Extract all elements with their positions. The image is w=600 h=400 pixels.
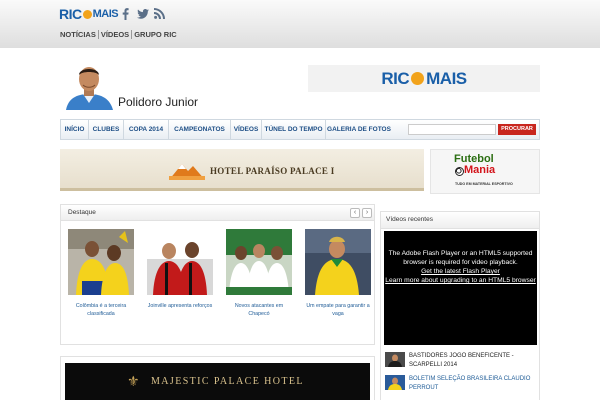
logo-dot bbox=[82, 9, 92, 19]
html5-upgrade-link[interactable]: Learn more about upgrading to an HTML5 b… bbox=[384, 276, 537, 285]
top-bar: RIC MAIS NOTÍCIAS VÍDEOS GRUPO RIC bbox=[0, 0, 600, 48]
futebol-mania-ad[interactable]: Futebol Mania TUDO EM MATERIAL ESPORTIVO bbox=[430, 149, 540, 194]
nav-copa-2014[interactable]: COPA 2014 bbox=[124, 120, 169, 139]
destaque-caption[interactable]: Colômbia é a terceira classificada bbox=[68, 302, 134, 318]
videos-title: Vídeos recentes bbox=[386, 216, 433, 223]
top-nav-grupo-ric[interactable]: GRUPO RIC bbox=[132, 30, 179, 39]
mania-text: Mania bbox=[464, 164, 496, 176]
majestic-ad-text: MAJESTIC PALACE HOTEL bbox=[151, 376, 304, 387]
brand-ric-text: RIC bbox=[381, 68, 410, 88]
destaque-panel: Destaque ‹ › Colômbia é a terceira class… bbox=[60, 204, 375, 345]
video-player[interactable]: The Adobe Flash Player or an HTML5 suppo… bbox=[384, 231, 537, 345]
destaque-photo[interactable] bbox=[68, 229, 134, 295]
get-flash-player-link[interactable]: Get the latest Flash Player bbox=[384, 267, 537, 276]
video-list-item[interactable]: BOLETIM SELEÇÃO BRASILEIRA CLAUDIO PERRO… bbox=[385, 375, 537, 397]
facebook-icon[interactable] bbox=[119, 7, 131, 20]
top-nav-noticias[interactable]: NOTÍCIAS bbox=[60, 30, 99, 39]
destaque-caption[interactable]: Um empate para garantir a vaga bbox=[305, 302, 371, 318]
destaque-caption[interactable]: Joinville apresenta reforços bbox=[147, 302, 213, 310]
video-title[interactable]: BOLETIM SELEÇÃO BRASILEIRA CLAUDIO PERRO… bbox=[409, 375, 537, 392]
author-photo[interactable] bbox=[62, 63, 117, 110]
destaque-card[interactable]: Um empate para garantir a vaga bbox=[305, 229, 371, 318]
nav-campeonatos[interactable]: CAMPEONATOS bbox=[169, 120, 231, 139]
rss-icon[interactable] bbox=[153, 7, 165, 20]
top-nav: NOTÍCIAS VÍDEOS GRUPO RIC bbox=[60, 30, 179, 39]
destaque-card[interactable]: Colômbia é a terceira classificada bbox=[68, 229, 134, 318]
nav-inicio[interactable]: INÍCIO bbox=[61, 120, 89, 139]
destaque-caption[interactable]: Novos atacantes em Chapecó bbox=[226, 302, 292, 318]
destaque-prev-button[interactable]: ‹ bbox=[350, 208, 360, 218]
destaque-photo[interactable] bbox=[226, 229, 292, 295]
nav-videos[interactable]: VÍDEOS bbox=[231, 120, 262, 139]
nav-galeria-de-fotos[interactable]: GALERIA DE FOTOS bbox=[326, 120, 392, 139]
ricmais-brand-banner[interactable]: RIC MAIS bbox=[308, 65, 540, 92]
destaque-card[interactable]: Joinville apresenta reforços bbox=[147, 229, 213, 310]
top-nav-videos[interactable]: VÍDEOS bbox=[99, 30, 133, 39]
destaque-title: Destaque bbox=[68, 209, 96, 216]
hotel-paraiso-ad[interactable]: HOTEL PARAÍSO PALACE I bbox=[60, 149, 424, 191]
site-title[interactable]: Polidoro Junior bbox=[118, 95, 198, 109]
destaque-photo[interactable] bbox=[147, 229, 213, 295]
brand-dot bbox=[411, 72, 425, 85]
video-thumbnail[interactable] bbox=[385, 375, 405, 390]
mountain-logo-icon bbox=[169, 164, 205, 180]
destaque-header bbox=[61, 205, 374, 221]
twitter-icon[interactable] bbox=[136, 7, 149, 20]
nav-tunel-do-tempo[interactable]: TÚNEL DO TEMPO bbox=[262, 120, 326, 139]
ricmais-logo[interactable]: RIC MAIS bbox=[59, 6, 119, 22]
player-message: The Adobe Flash Player or an HTML5 suppo… bbox=[388, 250, 533, 266]
search-input[interactable] bbox=[408, 124, 496, 135]
futebol-mania-tagline: TUDO EM MATERIAL ESPORTIVO bbox=[455, 182, 513, 186]
videos-recentes-panel: Vídeos recentes The Adobe Flash Player o… bbox=[380, 211, 540, 400]
logo-ric-text: RIC bbox=[59, 6, 82, 22]
majestic-hotel-ad[interactable]: ⚜ MAJESTIC PALACE HOTEL bbox=[65, 363, 370, 400]
destaque-card[interactable]: Novos atacantes em Chapecó bbox=[226, 229, 292, 318]
nav-clubes[interactable]: CLUBES bbox=[89, 120, 124, 139]
video-list-item[interactable]: BASTIDORES JOGO BENEFICENTE - SCARPELLI … bbox=[385, 352, 537, 374]
brand-mais-text: MAIS bbox=[426, 68, 467, 88]
destaque-next-button[interactable]: › bbox=[362, 208, 372, 218]
search-button[interactable]: PROCURAR bbox=[498, 124, 536, 135]
fleur-de-lis-icon: ⚜ bbox=[127, 373, 140, 389]
hotel-ad-text: HOTEL PARAÍSO PALACE I bbox=[210, 166, 335, 176]
logo-mais-text: MAIS bbox=[92, 8, 119, 20]
video-thumbnail[interactable] bbox=[385, 352, 405, 367]
soccer-ball-icon bbox=[455, 167, 464, 176]
video-title[interactable]: BASTIDORES JOGO BENEFICENTE - SCARPELLI … bbox=[409, 352, 537, 369]
destaque-photo[interactable] bbox=[305, 229, 371, 295]
